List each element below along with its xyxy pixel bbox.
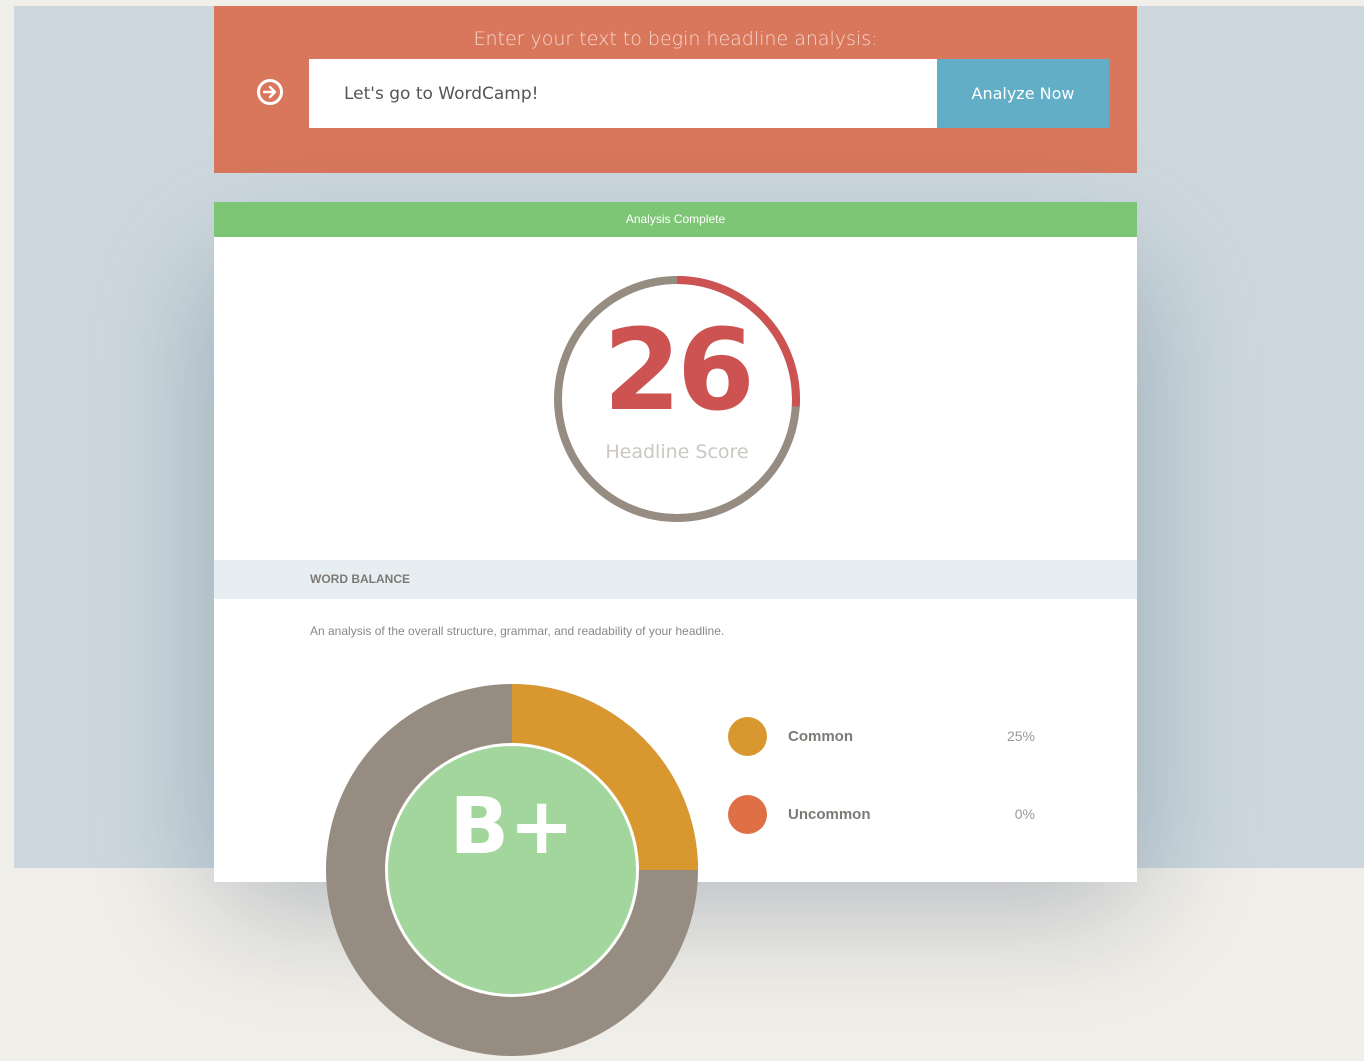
score-label: Headline Score — [605, 441, 749, 463]
arrow-right-circle-icon[interactable] — [257, 79, 283, 105]
results-panel: Analysis Complete 26 Headline Score WORD… — [214, 202, 1137, 1056]
word-balance-donut — [326, 684, 698, 1056]
legend-label: Uncommon — [788, 806, 871, 823]
common-dot-icon — [728, 717, 767, 756]
grade-value: B+ — [449, 782, 575, 872]
uncommon-dot-icon — [728, 795, 767, 834]
word-balance-header: WORD BALANCE — [214, 560, 1137, 599]
legend-uncommon: Uncommon 0% — [728, 795, 1128, 835]
section-title: WORD BALANCE — [310, 572, 410, 586]
word-balance-chart: B+ — [326, 684, 698, 1056]
legend-common: Common 25% — [728, 717, 1128, 757]
score-value: 26 — [603, 306, 755, 436]
headline-score: 26 Headline Score — [553, 275, 801, 523]
status-bar: Analysis Complete — [214, 202, 1137, 237]
analyze-now-button[interactable]: Analyze Now — [937, 59, 1109, 128]
legend-value: 0% — [1014, 806, 1035, 822]
legend-value: 25% — [1006, 728, 1035, 744]
headline-input-header: Enter your text to begin headline analys… — [214, 6, 1137, 173]
legend-label: Common — [788, 728, 853, 745]
headline-input[interactable] — [309, 59, 937, 128]
section-description: An analysis of the overall structure, gr… — [310, 624, 725, 638]
input-prompt: Enter your text to begin headline analys… — [473, 28, 878, 50]
